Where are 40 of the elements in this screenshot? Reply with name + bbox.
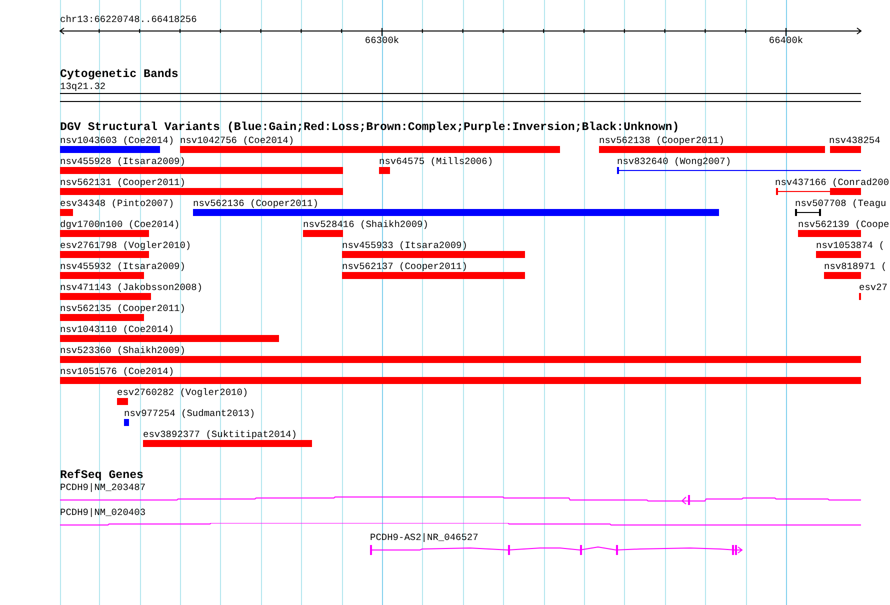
variant-label: nsv562136 (Cooper2011) xyxy=(193,198,318,209)
variant-label: esv3892377 (Suktitipat2014) xyxy=(143,429,297,440)
gene-label: PCDH9|NM_020403 xyxy=(60,507,146,518)
variant-label: nsv455928 (Itsara2009) xyxy=(60,156,186,167)
variant-label: nsv818971 ( xyxy=(824,261,887,272)
variant-label: nsv64575 (Mills2006) xyxy=(379,156,494,167)
variant-label: nsv507708 (Teagu xyxy=(795,198,886,209)
variant-label: nsv562131 (Cooper2011) xyxy=(60,177,186,188)
variant-label: nsv1042756 (Coe2014) xyxy=(180,135,294,146)
variant-label: dgv1700n100 (Coe2014) xyxy=(60,219,180,230)
variant-label: nsv523360 (Shaikh2009) xyxy=(60,345,186,356)
variant-label: nsv528416 (Shaikh2009) xyxy=(303,219,428,230)
gene-label: PCDH9-AS2|NR_046527 xyxy=(370,532,478,543)
variant-label: nsv562137 (Cooper2011) xyxy=(342,261,468,272)
variant-label: nsv471143 (Jakobsson2008) xyxy=(60,282,203,293)
variant-label: nsv455932 (Itsara2009) xyxy=(60,261,186,272)
variant-label: nsv832640 (Wong2007) xyxy=(617,156,732,167)
variant-label: nsv562139 (Coope xyxy=(798,219,890,230)
variant-label: esv34348 (Pinto2007) xyxy=(60,198,174,209)
gene-label: PCDH9|NM_203487 xyxy=(60,482,146,493)
variant-label: nsv977254 (Sudmant2013) xyxy=(124,408,256,419)
band-label: 13q21.32 xyxy=(60,81,107,92)
track-title: DGV Structural Variants (Blue:Gain;Red:Loss;Brown:Complex;Purple:Inversion;Black:Unknown) xyxy=(60,122,680,134)
variant-label: esv2760282 (Vogler2010) xyxy=(117,387,248,398)
track-title: Cytogenetic Bands xyxy=(60,69,180,81)
region-label: chr13:66220748..66418256 xyxy=(60,14,198,25)
variant-label: nsv1043603 (Coe2014) xyxy=(60,135,174,146)
ruler-tick-label: 66400k xyxy=(768,35,804,46)
variant-label: nsv455933 (Itsara2009) xyxy=(342,240,468,251)
variant-label: nsv562135 (Cooper2011) xyxy=(60,303,186,314)
variant-label: nsv1051576 (Coe2014) xyxy=(60,366,174,377)
variant-label: nsv1043110 (Coe2014) xyxy=(60,324,174,335)
ruler-tick-label: 66300k xyxy=(364,35,400,46)
variant-label: esv2761798 (Vogler2010) xyxy=(60,240,192,251)
variant-label: nsv562138 (Cooper2011) xyxy=(599,135,724,146)
track-title: RefSeq Genes xyxy=(60,470,144,482)
variant-label: esv27 xyxy=(859,282,888,293)
variant-label: nsv438254 xyxy=(829,135,880,146)
variant-label: nsv437166 (Conrad200 xyxy=(775,177,890,188)
variant-label: nsv1053874 ( xyxy=(816,240,884,251)
